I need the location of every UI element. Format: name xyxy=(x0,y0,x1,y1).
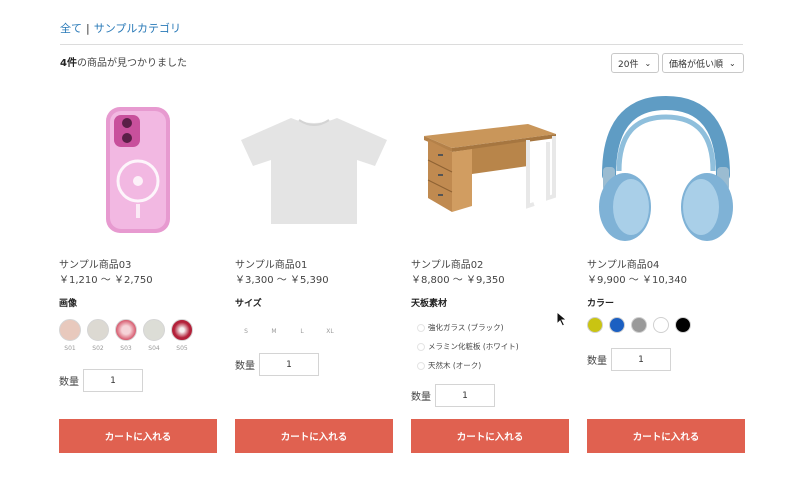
swatch-s04[interactable]: S04 xyxy=(143,319,165,352)
quantity-field: 数量 1 xyxy=(587,348,671,371)
product-name[interactable]: サンプル商品04 xyxy=(587,256,659,271)
quantity-label: 数量 xyxy=(235,361,255,372)
option-title: サイズ xyxy=(235,299,262,309)
material-option-label: 天然木 (オーク) xyxy=(428,361,482,370)
swatch-s01[interactable]: S01 xyxy=(59,319,81,352)
radio-button[interactable] xyxy=(417,323,425,332)
mouse-cursor-icon xyxy=(556,311,568,327)
swatch-label: S03 xyxy=(120,345,132,352)
swatch-s05[interactable]: S05 xyxy=(171,319,193,352)
option-title: 画像 xyxy=(59,299,78,309)
add-to-cart-button[interactable]: カートに入れる xyxy=(235,419,393,453)
sort-value: 価格が低い順 xyxy=(669,59,724,70)
swatch-label: S05 xyxy=(176,345,188,352)
quantity-input[interactable]: 1 xyxy=(83,369,143,392)
per-page-select[interactable]: 20件 ⌄ xyxy=(611,53,659,73)
product-price: ￥8,800 〜 ￥9,350 xyxy=(411,275,505,286)
product-card-02: サンプル商品02 ￥8,800 〜 ￥9,350 天板素材 強化ガラス (ブラッ… xyxy=(411,90,569,460)
product-image-headphones[interactable] xyxy=(587,90,745,250)
material-option-oak[interactable]: 天然木 (オーク) xyxy=(417,356,519,375)
product-card-04: サンプル商品04 ￥9,900 〜 ￥10,340 カラー 数量 1 カートに入… xyxy=(587,90,745,460)
swatch-thumb xyxy=(115,319,137,341)
material-option-melamine[interactable]: メラミン化粧板 (ホワイト) xyxy=(417,337,519,356)
quantity-input[interactable]: 1 xyxy=(435,384,495,407)
per-page-value: 20件 xyxy=(618,59,639,70)
quantity-field: 数量 1 xyxy=(235,353,319,376)
quantity-field: 数量 1 xyxy=(411,384,495,407)
divider xyxy=(60,44,743,45)
results-count-text: の商品が見つかりました xyxy=(76,58,187,69)
add-to-cart-button[interactable]: カートに入れる xyxy=(411,419,569,453)
swatch-s02[interactable]: S02 xyxy=(87,319,109,352)
material-option-glass[interactable]: 強化ガラス (ブラック) xyxy=(417,318,519,337)
quantity-label: 数量 xyxy=(59,377,79,388)
product-price: ￥3,300 〜 ￥5,390 xyxy=(235,275,329,286)
product-name[interactable]: サンプル商品03 xyxy=(59,256,131,271)
color-option-gray[interactable] xyxy=(631,317,647,333)
breadcrumb-all-link[interactable]: 全て xyxy=(60,22,82,35)
quantity-field: 数量 1 xyxy=(59,369,143,392)
add-to-cart-button[interactable]: カートに入れる xyxy=(587,419,745,453)
desk-image xyxy=(424,124,556,212)
breadcrumb: 全て | サンプルカテゴリ xyxy=(60,20,181,36)
size-option-m[interactable]: M xyxy=(263,320,285,342)
add-to-cart-button[interactable]: カートに入れる xyxy=(59,419,217,453)
product-image-desk[interactable] xyxy=(411,90,569,250)
swatch-thumb xyxy=(143,319,165,341)
product-price: ￥9,900 〜 ￥10,340 xyxy=(587,275,687,286)
swatch-label: S01 xyxy=(64,345,76,352)
size-option-l[interactable]: L xyxy=(291,320,313,342)
color-option-blue[interactable] xyxy=(609,317,625,333)
material-option-label: 強化ガラス (ブラック) xyxy=(428,323,504,332)
material-option-label: メラミン化粧板 (ホワイト) xyxy=(428,342,519,351)
swatch-label: S02 xyxy=(92,345,104,352)
product-name[interactable]: サンプル商品01 xyxy=(235,256,307,271)
swatch-thumb xyxy=(171,319,193,341)
product-card-01: サンプル商品01 ￥3,300 〜 ￥5,390 サイズ S M L XL 数量… xyxy=(235,90,393,460)
color-option-white[interactable] xyxy=(653,317,669,333)
chevron-down-icon: ⌄ xyxy=(729,58,736,68)
size-option-xl[interactable]: XL xyxy=(319,320,341,342)
product-image-phone[interactable] xyxy=(59,90,217,250)
swatch-s03[interactable]: S03 xyxy=(115,319,137,352)
size-option-group: S M L XL xyxy=(235,320,341,342)
image-swatch-group: S01 S02 S03 S04 S05 xyxy=(59,319,193,352)
phone-image xyxy=(106,107,170,233)
color-option-black[interactable] xyxy=(675,317,691,333)
quantity-input[interactable]: 1 xyxy=(611,348,671,371)
material-option-group: 強化ガラス (ブラック) メラミン化粧板 (ホワイト) 天然木 (オーク) xyxy=(417,318,519,375)
swatch-label: S04 xyxy=(148,345,160,352)
product-price: ￥1,210 〜 ￥2,750 xyxy=(59,275,153,286)
color-option-group xyxy=(587,317,691,333)
product-name[interactable]: サンプル商品02 xyxy=(411,256,483,271)
product-image-tshirt[interactable] xyxy=(235,90,393,250)
quantity-input[interactable]: 1 xyxy=(259,353,319,376)
option-title: 天板素材 xyxy=(411,299,448,309)
tshirt-image xyxy=(241,118,387,224)
quantity-label: 数量 xyxy=(411,392,431,403)
size-option-s[interactable]: S xyxy=(235,320,257,342)
breadcrumb-category-link[interactable]: サンプルカテゴリ xyxy=(94,22,181,35)
results-count: 4件の商品が見つかりました xyxy=(60,54,187,69)
breadcrumb-separator: | xyxy=(86,22,90,35)
results-count-number: 4件 xyxy=(60,58,77,69)
color-option-yellow[interactable] xyxy=(587,317,603,333)
sort-select[interactable]: 価格が低い順 ⌄ xyxy=(662,53,744,73)
option-title: カラー xyxy=(587,299,615,309)
chevron-down-icon: ⌄ xyxy=(644,58,652,68)
quantity-label: 数量 xyxy=(587,356,607,367)
swatch-thumb xyxy=(59,319,81,341)
swatch-thumb xyxy=(87,319,109,341)
product-card-03: サンプル商品03 ￥1,210 〜 ￥2,750 画像 S01 S02 S03 … xyxy=(59,90,217,460)
headphones-image xyxy=(599,95,733,241)
radio-button[interactable] xyxy=(417,361,425,370)
radio-button[interactable] xyxy=(417,342,425,351)
